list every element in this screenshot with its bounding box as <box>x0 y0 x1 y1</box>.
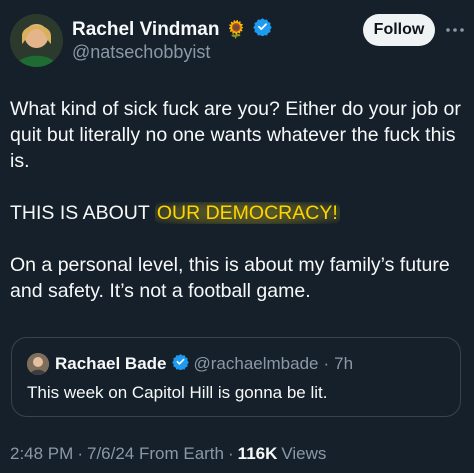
highlighted-text: OUR DEMOCRACY! <box>154 202 340 224</box>
views-count[interactable]: 116K <box>238 444 278 464</box>
quoted-tweet[interactable]: Rachael Bade @rachaelmbade · 7h This wee… <box>11 337 461 417</box>
verified-badge-icon <box>252 17 272 42</box>
tweet-paragraph-1: What kind of sick fuck are you? Either d… <box>10 98 461 172</box>
quote-author-avatar <box>27 353 49 375</box>
views-label: Views <box>281 444 327 463</box>
quote-author-handle: @rachaelmbade <box>193 354 319 373</box>
author-name[interactable]: Rachel Vindman <box>72 19 219 41</box>
author-handle[interactable]: @natsechobbyist <box>72 42 210 63</box>
quote-verified-badge-icon <box>171 353 189 375</box>
tweet-card: Rachel Vindman 🌻 @natsechobbyist Follow … <box>0 0 474 473</box>
more-dots-icon[interactable] <box>443 18 467 42</box>
quote-text: This week on Capitol Hill is gonna be li… <box>27 383 328 402</box>
author-avatar[interactable] <box>10 14 63 67</box>
quote-time: 7h <box>334 354 354 373</box>
tweet-date-source[interactable]: 7/6/24 From Earth <box>87 444 224 464</box>
tweet-time[interactable]: 2:48 PM <box>10 444 73 464</box>
footer-separator-1: · <box>77 444 83 463</box>
author-name-row[interactable]: Rachel Vindman 🌻 <box>72 17 272 42</box>
footer-separator-2: · <box>228 444 234 463</box>
tweet-paragraph-2: THIS IS ABOUT OUR DEMOCRACY! <box>10 200 468 226</box>
tweet-footer: 2:48 PM · 7/6/24 From Earth · 116K Views <box>10 444 326 464</box>
tweet-paragraph-2-prefix: THIS IS ABOUT <box>10 202 155 224</box>
quote-separator: · <box>323 354 330 373</box>
quote-author-name: Rachael Bade <box>55 354 167 373</box>
tweet-paragraph-3: On a personal level, this is about my fa… <box>10 254 450 302</box>
sunflower-emoji: 🌻 <box>225 19 247 39</box>
tweet-text: What kind of sick fuck are you? Either d… <box>10 96 468 304</box>
quote-header: Rachael Bade @rachaelmbade · 7h <box>55 353 353 375</box>
follow-button[interactable]: Follow <box>363 14 435 46</box>
